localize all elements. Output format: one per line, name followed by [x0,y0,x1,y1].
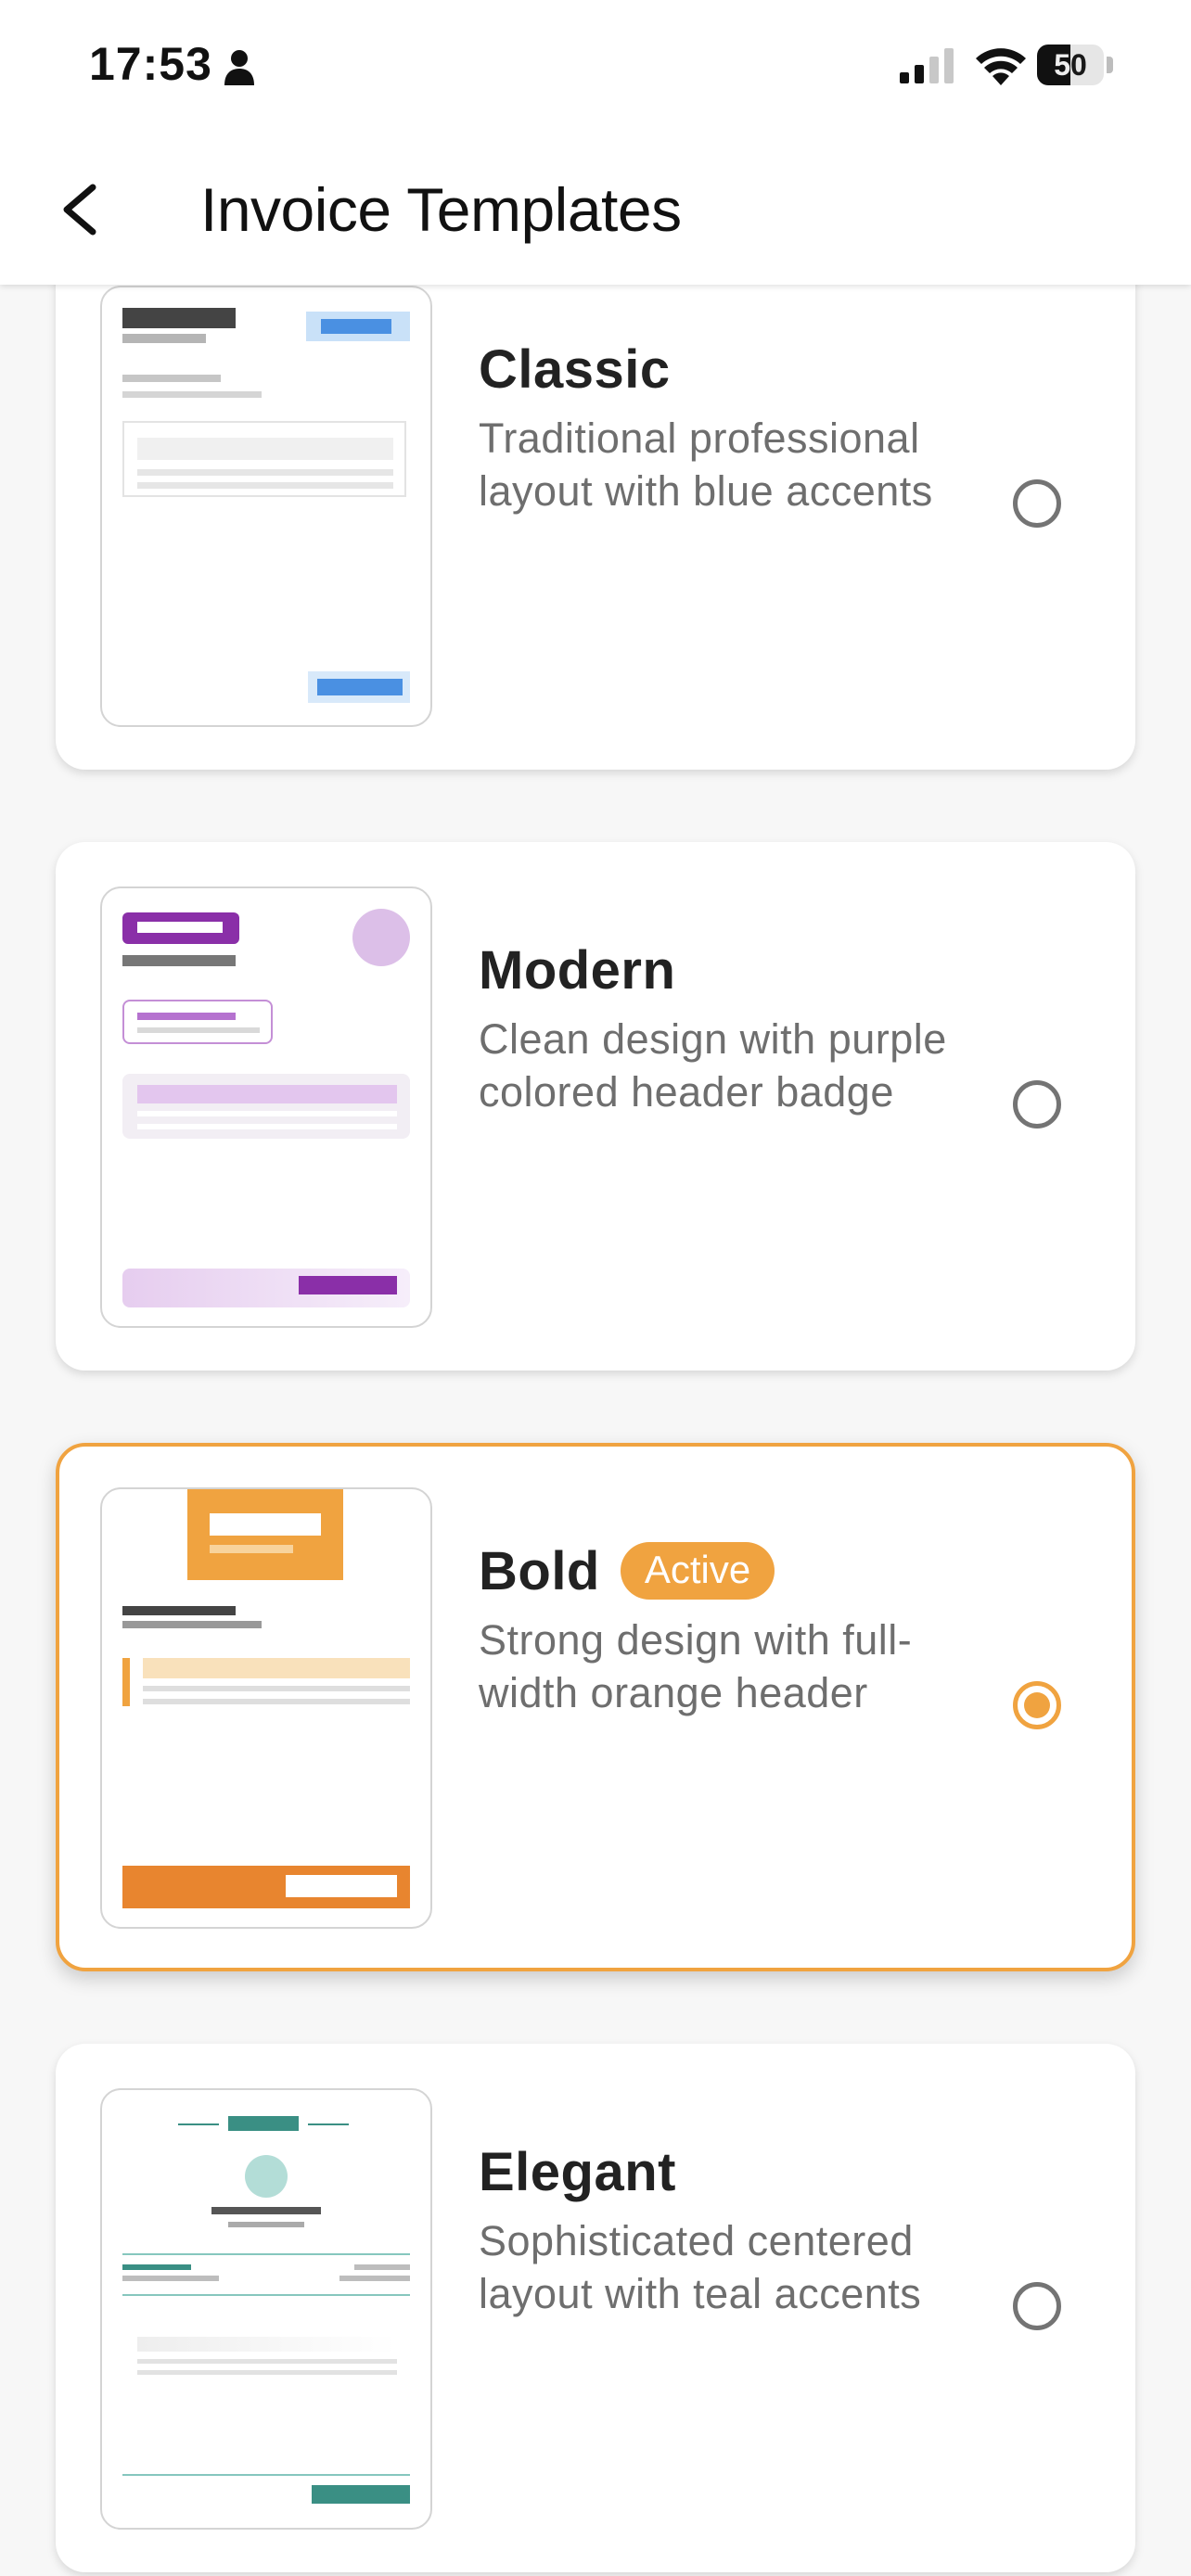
active-badge: Active [620,1542,775,1600]
template-name: Bold [479,1540,600,1601]
battery-percentage: 50 [1054,48,1087,82]
status-bar: 17:53 50 [0,0,1191,139]
template-preview-classic [100,286,432,727]
template-card-bold[interactable]: Bold Active Strong design with full-widt… [56,1443,1135,1971]
template-info-elegant: Elegant Sophisticated centered layout wi… [479,2136,998,2320]
template-description: Sophisticated centered layout with teal … [479,2217,922,2317]
template-card-elegant[interactable]: Elegant Sophisticated centered layout wi… [56,2044,1135,2572]
radio-button-selected[interactable] [1013,1681,1061,1729]
template-info-classic: Classic Traditional professional layout … [479,334,998,517]
chevron-left-icon[interactable] [46,167,121,250]
template-card-classic[interactable]: Classic Traditional professional layout … [56,241,1135,770]
radio-button[interactable] [1013,2282,1061,2330]
template-card-modern[interactable]: Modern Clean design with purple colored … [56,842,1135,1371]
template-description: Strong design with full-width orange hea… [479,1616,913,1716]
status-time: 17:53 [89,38,212,90]
template-name: Classic [479,338,671,400]
template-name: Modern [479,939,676,1001]
wifi-icon [976,48,1026,85]
person-icon [224,50,254,85]
radio-button[interactable] [1013,479,1061,528]
page-title: Invoice Templates [200,175,682,244]
template-preview-bold [100,1487,432,1929]
battery-icon: 50 [1037,45,1115,87]
signal-icon [900,48,954,83]
radio-button[interactable] [1013,1080,1061,1129]
template-preview-elegant [100,2088,432,2530]
template-name: Elegant [479,2141,676,2202]
template-info-modern: Modern Clean design with purple colored … [479,935,998,1118]
nav-bar: Invoice Templates [0,139,1191,285]
template-description: Clean design with purple colored header … [479,1015,947,1116]
template-info-bold: Bold Active Strong design with full-widt… [479,1536,998,1719]
template-preview-modern [100,886,432,1328]
template-description: Traditional professional layout with blu… [479,414,933,515]
top-bar: 17:53 50 Invoice Templates [0,0,1191,285]
